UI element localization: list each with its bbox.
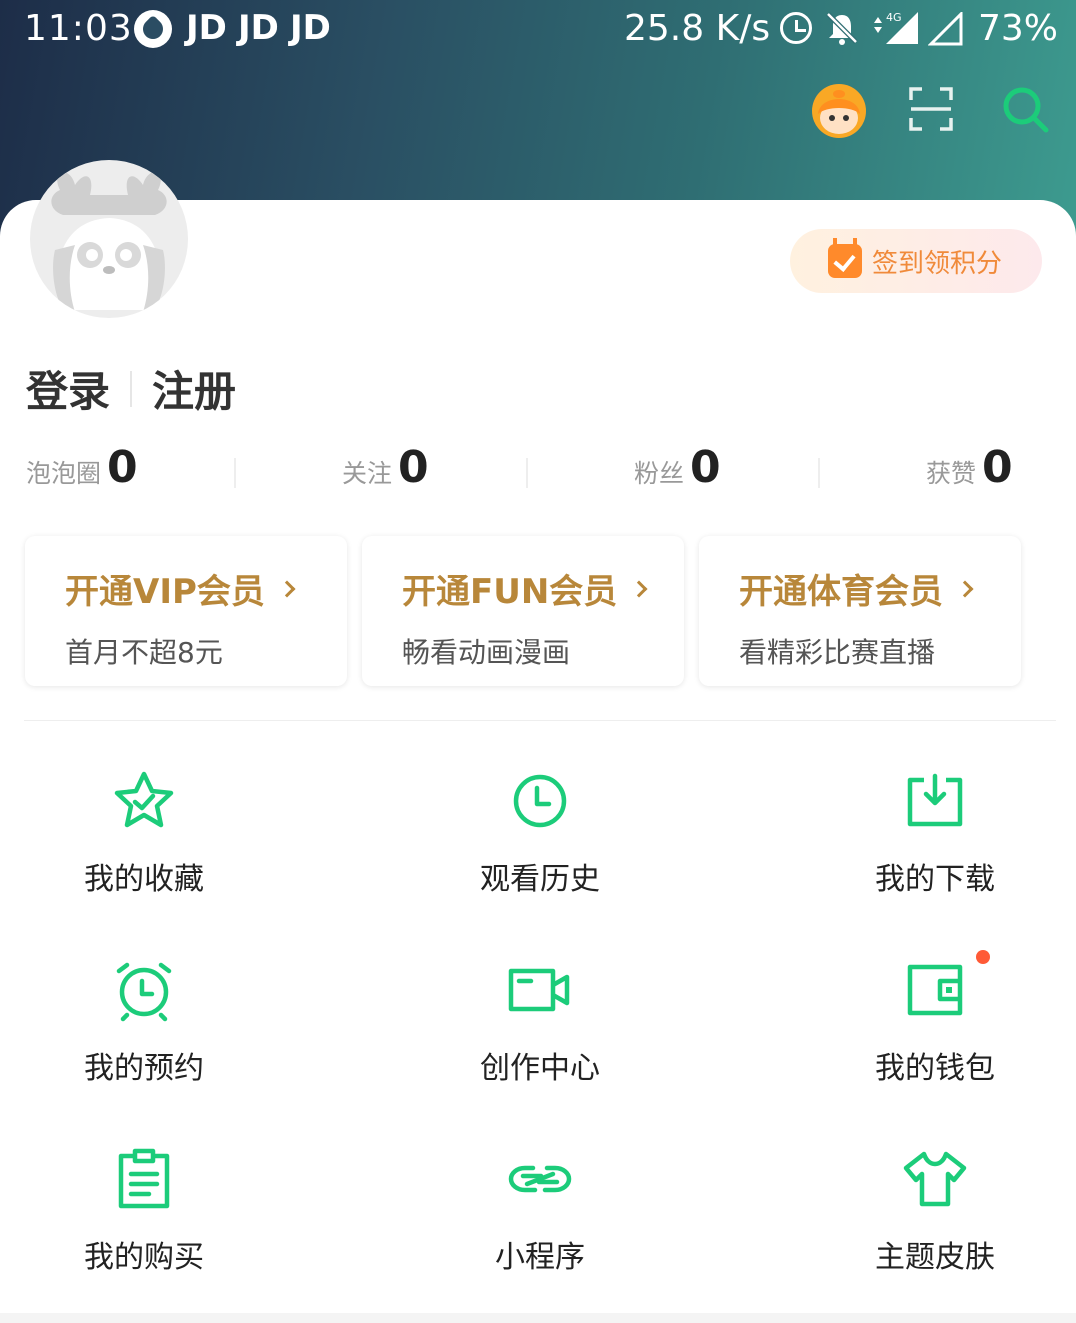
- menu-label: 观看历史: [480, 862, 600, 897]
- menu-mini-programs[interactable]: 小程序: [410, 1146, 670, 1286]
- tshirt-icon: [903, 1151, 967, 1207]
- menu-reservations[interactable]: 我的预约: [14, 957, 274, 1097]
- menu-history[interactable]: 观看历史: [410, 768, 670, 908]
- stat-label: 粉丝: [634, 459, 685, 488]
- stat-value: 0: [982, 442, 1013, 493]
- jd-notification-icon: JD: [186, 8, 227, 48]
- menu-label: 主题皮肤: [875, 1240, 995, 1275]
- membership-title: 开通体育会员: [739, 572, 943, 612]
- menu-label: 我的购买: [84, 1240, 204, 1275]
- stat-divider: [818, 458, 820, 488]
- stat-divider: [526, 458, 528, 488]
- stat-label: 泡泡圈: [26, 459, 102, 488]
- clipboard-icon: [118, 1148, 170, 1209]
- auth-divider: [130, 370, 133, 407]
- mute-bell-icon: [826, 12, 858, 45]
- menu-label: 我的下载: [875, 862, 995, 897]
- membership-subtitle: 首月不超8元: [65, 636, 223, 669]
- auth-row: 登录 注册: [26, 358, 236, 419]
- menu-label: 我的钱包: [875, 1051, 995, 1086]
- star-icon: [114, 771, 174, 828]
- menu-label: 我的预约: [84, 1051, 204, 1086]
- net-speed: 25.8 K/s: [624, 8, 771, 49]
- signal-4g-icon: 4G: [874, 11, 918, 44]
- status-time: 11:03: [24, 8, 133, 49]
- stats-row: 泡泡圈 0 关注 0 粉丝 0 获赞 0: [0, 442, 1076, 502]
- bottom-divider: [0, 1313, 1076, 1323]
- login-link[interactable]: 登录: [26, 358, 110, 419]
- chevron-right-icon: [278, 580, 296, 597]
- menu-themes[interactable]: 主题皮肤: [805, 1146, 1065, 1286]
- menu-favorites[interactable]: 我的收藏: [14, 768, 274, 908]
- stat-value: 0: [398, 442, 429, 493]
- menu-creator-center[interactable]: 创作中心: [410, 957, 670, 1097]
- register-link[interactable]: 注册: [152, 358, 236, 419]
- video-camera-icon: [508, 968, 570, 1012]
- vip-membership-card[interactable]: 开通VIP会员 首月不超8元: [25, 536, 347, 686]
- alarm-status-icon: [780, 12, 812, 44]
- stat-followers[interactable]: 粉丝 0: [634, 442, 721, 502]
- scan-icon[interactable]: [908, 86, 954, 132]
- avatar[interactable]: [30, 160, 188, 318]
- menu-label: 创作中心: [480, 1051, 600, 1086]
- battery-level: 73%: [978, 8, 1059, 49]
- checkin-label: 签到领积分: [872, 248, 1003, 279]
- chevron-right-icon: [956, 580, 974, 597]
- svg-text:4G: 4G: [886, 11, 902, 24]
- download-icon: [907, 773, 963, 827]
- menu-downloads[interactable]: 我的下载: [805, 768, 1065, 908]
- jd-notification-icon: JD: [290, 8, 331, 48]
- link-icon: [508, 1165, 572, 1193]
- menu-purchases[interactable]: 我的购买: [14, 1146, 274, 1286]
- stat-label: 关注: [342, 459, 393, 488]
- menu-label: 小程序: [495, 1240, 585, 1275]
- clock-icon: [513, 774, 567, 828]
- signal-icon: [928, 12, 963, 46]
- menu-wallet[interactable]: 我的钱包: [805, 957, 1065, 1097]
- membership-title: 开通VIP会员: [65, 572, 265, 612]
- mascot-icon[interactable]: [812, 84, 866, 138]
- stat-bubble-circle[interactable]: 泡泡圈 0: [26, 442, 138, 502]
- membership-subtitle: 畅看动画漫画: [402, 636, 571, 669]
- chevron-right-icon: [630, 580, 648, 597]
- stat-label: 获赞: [926, 459, 977, 488]
- wallet-icon: [907, 964, 963, 1016]
- sports-membership-card[interactable]: 开通体育会员 看精彩比赛直播: [699, 536, 1021, 686]
- app-notification-icon: [134, 10, 172, 48]
- stat-following[interactable]: 关注 0: [342, 442, 429, 502]
- jd-notification-icon: JD: [238, 8, 279, 48]
- section-divider: [24, 720, 1056, 721]
- stat-value: 0: [107, 442, 138, 493]
- search-icon[interactable]: [1000, 84, 1050, 134]
- stat-value: 0: [690, 442, 721, 493]
- stat-likes[interactable]: 获赞 0: [926, 442, 1013, 502]
- membership-subtitle: 看精彩比赛直播: [739, 636, 936, 669]
- membership-title: 开通FUN会员: [402, 572, 618, 612]
- checkin-button[interactable]: 签到领积分: [790, 229, 1042, 293]
- wallet-notification-dot: [976, 950, 990, 964]
- stat-divider: [234, 458, 236, 488]
- fun-membership-card[interactable]: 开通FUN会员 畅看动画漫画: [362, 536, 684, 686]
- status-bar: 11:03 JD JD JD 25.8 K/s 4G 73%: [0, 0, 1076, 60]
- calendar-check-icon: [828, 238, 862, 278]
- alarm-clock-icon: [116, 962, 172, 1022]
- menu-label: 我的收藏: [84, 862, 204, 897]
